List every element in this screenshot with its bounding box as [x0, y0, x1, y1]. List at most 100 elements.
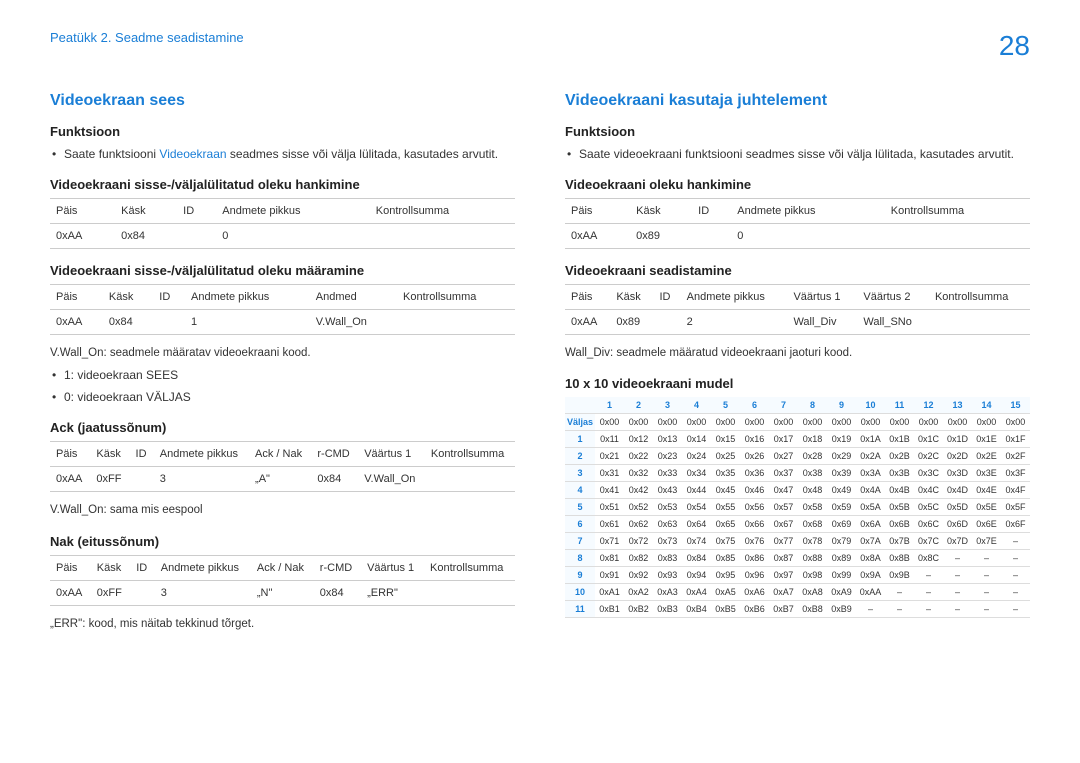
- left-column: Videoekraan sees Funktsioon Saate funkts…: [50, 92, 515, 637]
- grid-cell: 0x33: [653, 465, 682, 482]
- grid-cell: 0x00: [856, 414, 885, 431]
- grid-col-header: 2: [624, 397, 653, 414]
- grid-cell: 0x8B: [885, 550, 914, 567]
- grid-cell: 0xAA: [856, 584, 885, 601]
- left-func-bullet: Saate funktsiooni Videoekraan seadmes si…: [50, 145, 515, 163]
- grid-cell: 0x52: [624, 499, 653, 516]
- grid-cell: 0x83: [653, 550, 682, 567]
- grid-cell: 0x21: [595, 448, 624, 465]
- grid-cell: –: [1001, 533, 1030, 550]
- right-note-1: Wall_Div: seadmele määratud videoekraani…: [565, 345, 1030, 362]
- grid-cell: 0x68: [798, 516, 827, 533]
- grid-cell: 0x7A: [856, 533, 885, 550]
- grid-cell: 0x00: [595, 414, 624, 431]
- grid-cell: 0x98: [798, 567, 827, 584]
- grid-cell: 0x78: [798, 533, 827, 550]
- grid-cell: 0x32: [624, 465, 653, 482]
- grid-cell: 0x97: [769, 567, 798, 584]
- grid-cell: 0x55: [711, 499, 740, 516]
- grid-cell: 0x3B: [885, 465, 914, 482]
- grid-col-header: 15: [1001, 397, 1030, 414]
- grid-cell: 0x18: [798, 431, 827, 448]
- grid-cell: 0x5B: [885, 499, 914, 516]
- grid-cell: 0x47: [769, 482, 798, 499]
- right-get-table: Päis Käsk ID Andmete pikkus Kontrollsumm…: [565, 198, 1030, 249]
- page-header: Peatükk 2. Seadme seadistamine 28: [50, 30, 1030, 62]
- grid-cell: 0x2E: [972, 448, 1001, 465]
- grid-cell: 0xB6: [740, 601, 769, 618]
- grid-cell: 0x45: [711, 482, 740, 499]
- grid-cell: 0x1F: [1001, 431, 1030, 448]
- grid-cell: 0xA4: [682, 584, 711, 601]
- grid-cell: 0xA1: [595, 584, 624, 601]
- grid-cell: 0x23: [653, 448, 682, 465]
- grid-cell: 0x4D: [943, 482, 972, 499]
- grid-col-header: 11: [885, 397, 914, 414]
- grid-cell: 0x1E: [972, 431, 1001, 448]
- grid-cell: 0x00: [798, 414, 827, 431]
- grid-cell: 0x54: [682, 499, 711, 516]
- grid-col-header: 5: [711, 397, 740, 414]
- grid-cell: 0x6D: [943, 516, 972, 533]
- grid-cell: 0x7D: [943, 533, 972, 550]
- grid-cell: 0x14: [682, 431, 711, 448]
- grid-col-header: 3: [653, 397, 682, 414]
- grid-cell: –: [914, 584, 943, 601]
- grid-row-header: 3: [565, 465, 595, 482]
- grid-cell: 0x44: [682, 482, 711, 499]
- grid-cell: 0x74: [682, 533, 711, 550]
- grid-cell: 0x59: [827, 499, 856, 516]
- grid-row-header: 11: [565, 601, 595, 618]
- grid-cell: –: [914, 567, 943, 584]
- grid-cell: 0x76: [740, 533, 769, 550]
- grid-cell: 0x34: [682, 465, 711, 482]
- grid-cell: 0x1A: [856, 431, 885, 448]
- grid-cell: 0x3A: [856, 465, 885, 482]
- grid-cell: 0x2F: [1001, 448, 1030, 465]
- grid-cell: 0xB9: [827, 601, 856, 618]
- grid-cell: 0x7C: [914, 533, 943, 550]
- grid-cell: 0x96: [740, 567, 769, 584]
- grid-col-header: 8: [798, 397, 827, 414]
- grid-cell: 0x28: [798, 448, 827, 465]
- grid-cell: 0x13: [653, 431, 682, 448]
- grid-cell: 0x3F: [1001, 465, 1030, 482]
- grid-col-header: 4: [682, 397, 711, 414]
- grid-col-header: 12: [914, 397, 943, 414]
- page-number: 28: [999, 30, 1030, 62]
- grid-col-header: 7: [769, 397, 798, 414]
- grid-row-header: 9: [565, 567, 595, 584]
- grid-cell: 0x2B: [885, 448, 914, 465]
- grid-cell: 0x00: [740, 414, 769, 431]
- grid-cell: –: [914, 601, 943, 618]
- grid-cell: 0x75: [711, 533, 740, 550]
- right-section-title: Videoekraani kasutaja juhtelement: [565, 92, 1030, 110]
- grid-cell: 0xA5: [711, 584, 740, 601]
- grid-cell: 0x6C: [914, 516, 943, 533]
- grid-cell: 0x12: [624, 431, 653, 448]
- right-grid-title: 10 x 10 videoekraani mudel: [565, 376, 1030, 391]
- grid-cell: 0x99: [827, 567, 856, 584]
- grid-cell: 0x00: [624, 414, 653, 431]
- right-get-title: Videoekraani oleku hankimine: [565, 177, 1030, 192]
- grid-cell: 0x41: [595, 482, 624, 499]
- grid-cell: 0x00: [827, 414, 856, 431]
- grid-col-header: 6: [740, 397, 769, 414]
- grid-cell: 0x84: [682, 550, 711, 567]
- grid-cell: 0x00: [972, 414, 1001, 431]
- grid-cell: –: [1001, 601, 1030, 618]
- grid-row-header: 6: [565, 516, 595, 533]
- grid-row-header: Väljas: [565, 414, 595, 431]
- left-set-table: Päis Käsk ID Andmete pikkus Andmed Kontr…: [50, 284, 515, 335]
- grid-cell: 0x2D: [943, 448, 972, 465]
- left-ack-table: Päis Käsk ID Andmete pikkus Ack / Nak r-…: [50, 441, 515, 492]
- grid-cell: 0x5F: [1001, 499, 1030, 516]
- video-wall-grid: 123456789101112131415Väljas0x000x000x000…: [565, 397, 1030, 618]
- grid-cell: 0x26: [740, 448, 769, 465]
- grid-cell: 0x94: [682, 567, 711, 584]
- grid-cell: 0x79: [827, 533, 856, 550]
- grid-cell: 0x6E: [972, 516, 1001, 533]
- grid-cell: 0x00: [1001, 414, 1030, 431]
- grid-cell: 0x9A: [856, 567, 885, 584]
- grid-cell: 0x81: [595, 550, 624, 567]
